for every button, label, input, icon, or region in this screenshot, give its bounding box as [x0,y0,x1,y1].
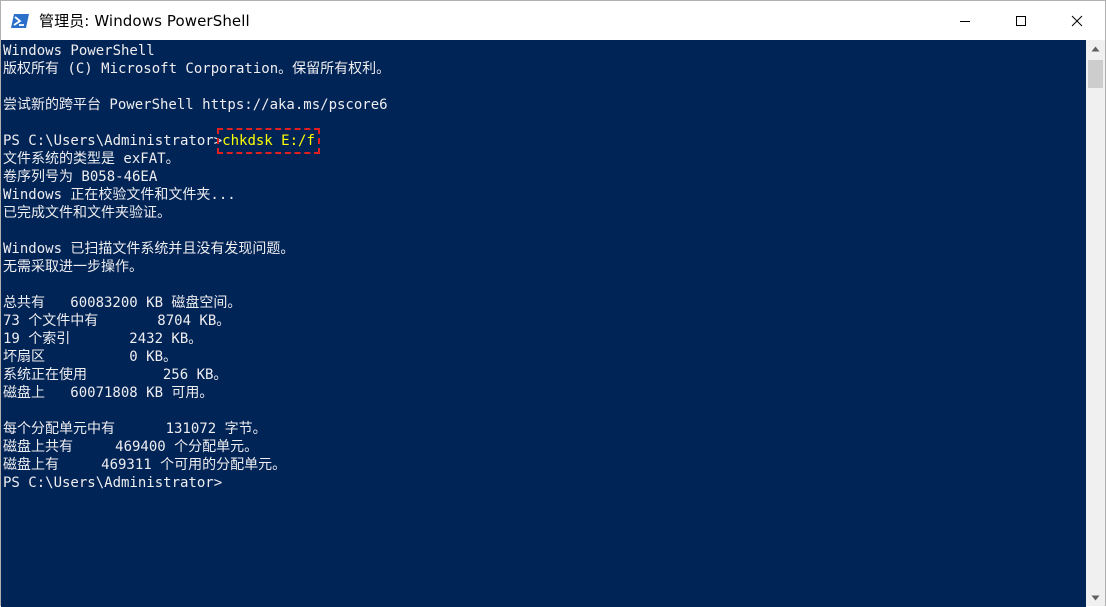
output-line: 19 个索引 2432 KB。 [3,331,203,347]
output-line: Windows 正在校验文件和文件夹... [3,187,236,203]
prompt-text: PS C:\Users\Administrator> [3,133,223,149]
final-prompt: PS C:\Users\Administrator> [3,475,223,491]
title-bar[interactable]: 管理员: Windows PowerShell [1,1,1105,40]
scroll-up-icon [1091,46,1100,51]
scrollbar-thumb[interactable] [1088,60,1103,88]
output-line: 系统正在使用 256 KB。 [3,367,228,383]
banner-line: 版权所有 (C) Microsoft Corporation。保留所有权利。 [3,61,391,77]
close-button[interactable] [1049,1,1105,40]
window-title: 管理员: Windows PowerShell [39,12,250,30]
console-output[interactable]: Windows PowerShell 版权所有 (C) Microsoft Co… [1,40,1086,607]
maximize-icon [1016,15,1026,26]
vertical-scrollbar[interactable] [1086,40,1105,606]
powershell-window: 管理员: Windows PowerShell Windows PowerShe… [0,0,1106,607]
window-controls [937,1,1105,40]
powershell-icon [11,13,29,28]
output-line: 每个分配单元中有 131072 字节。 [3,421,267,437]
close-icon [1071,15,1083,26]
chkdsk-command: chkdsk E:/f [217,128,320,154]
output-line: 无需采取进一步操作。 [3,259,143,275]
scroll-up-button[interactable] [1086,40,1105,57]
output-line: Windows 已扫描文件系统并且没有发现问题。 [3,241,295,257]
output-line: 文件系统的类型是 exFAT。 [3,151,180,167]
output-line: 已完成文件和文件夹验证。 [3,205,171,221]
output-line: 磁盘上 60071808 KB 可用。 [3,385,214,401]
minimize-button[interactable] [937,1,993,40]
banner-line: 尝试新的跨平台 PowerShell https://aka.ms/pscore… [3,97,388,113]
maximize-button[interactable] [993,1,1049,40]
output-line: 磁盘上共有 469400 个分配单元。 [3,439,259,455]
output-line: 73 个文件中有 8704 KB。 [3,313,231,329]
output-line: 卷序列号为 B058-46EA [3,169,158,185]
command-line: PS C:\Users\Administrator>chkdsk E:/f [3,128,320,154]
banner-line: Windows PowerShell [3,43,155,59]
scroll-down-icon [1091,595,1100,600]
output-line: 总共有 60083200 KB 磁盘空间。 [3,295,242,311]
output-line: 坏扇区 0 KB。 [3,349,178,365]
scroll-down-button[interactable] [1086,589,1105,606]
minimize-icon [960,20,970,22]
output-line: 磁盘上有 469311 个可用的分配单元。 [3,457,287,473]
